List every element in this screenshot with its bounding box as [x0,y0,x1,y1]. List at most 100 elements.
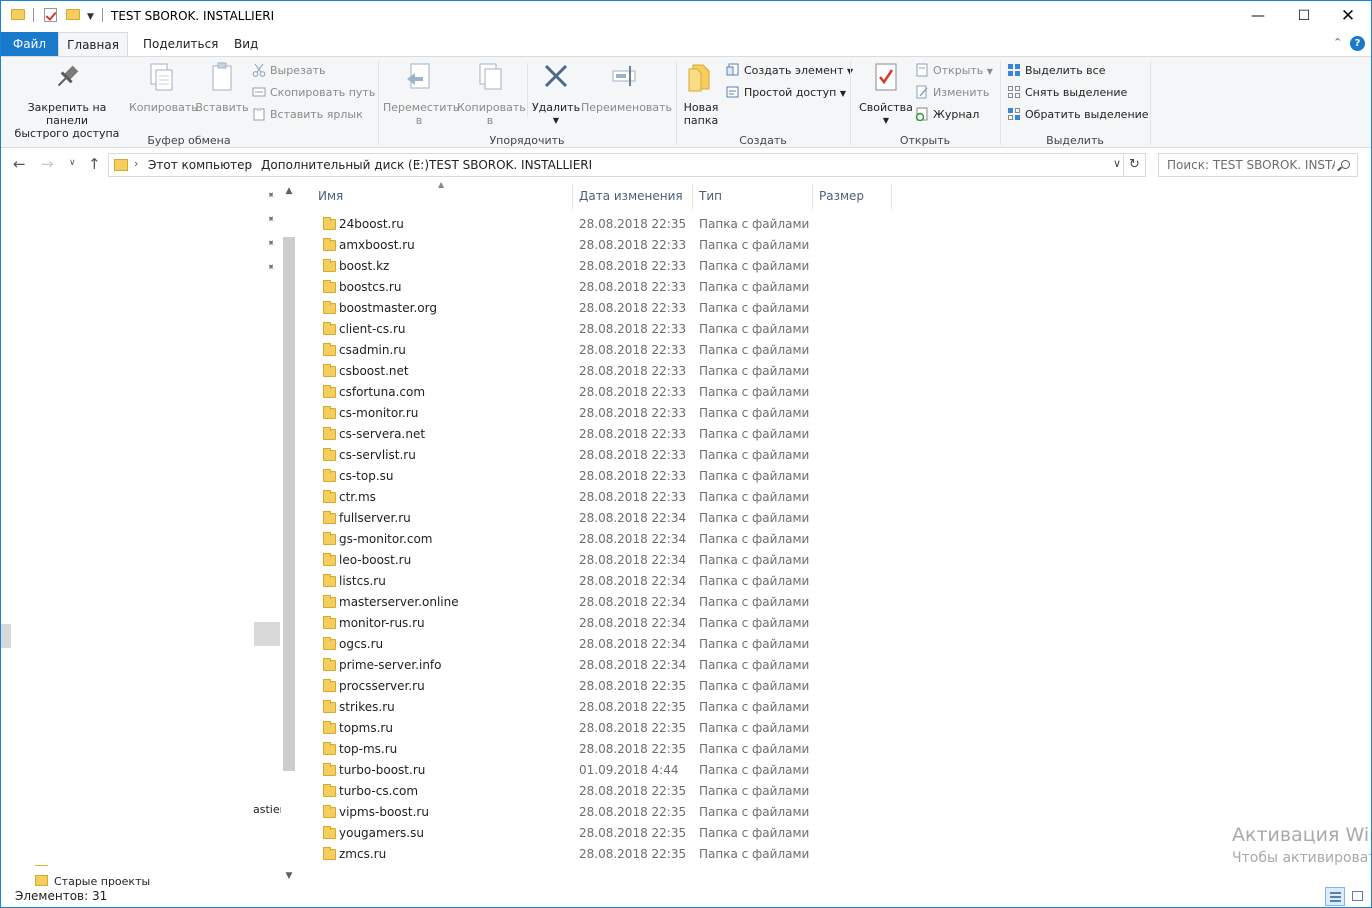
pin-icon[interactable]: ✦ [263,261,277,275]
breadcrumb-drive[interactable]: Дополнительный диск (E:) [261,158,429,172]
details-view-button[interactable] [1325,887,1345,906]
maximize-button[interactable]: ☐ [1281,1,1327,31]
column-header-name[interactable]: Имя [318,184,343,209]
table-row[interactable]: csboost.net 28.08.2018 22:33 Папка с файла… [316,361,1016,382]
table-row[interactable]: topms.ru 28.08.2018 22:35 Папка с файлами [316,718,1016,739]
properties-button[interactable]: Свойства ▼ [857,61,915,127]
table-row[interactable]: csadmin.ru 28.08.2018 22:33 Папка с файлам… [316,340,1016,361]
select-all-button[interactable]: Выделить все [1007,61,1105,81]
properties-dropdown-icon[interactable]: ▼ [857,114,915,127]
pin-icon[interactable]: ✦ [263,237,277,251]
help-icon[interactable]: ? [1350,36,1365,51]
new-folder-quick-icon[interactable] [66,9,80,20]
move-to-button[interactable]: Переместить в [383,61,459,127]
chevron-right-icon[interactable]: › [134,157,138,170]
chevron-right-icon[interactable]: › [248,157,252,170]
copy-path-button[interactable]: Скопировать путь [252,83,375,103]
search-icon[interactable] [1341,160,1350,169]
scrollbar-thumb[interactable] [283,237,295,771]
recent-locations-icon[interactable]: ∨ [69,158,76,168]
nav-pane-scrollbar[interactable]: ▲ ▼ [281,181,297,887]
open-button[interactable]: Открыть ▼ [915,61,993,81]
select-none-button[interactable]: Снять выделение [1007,83,1127,103]
table-row[interactable]: yougamers.su 28.08.2018 22:35 Папка с файл… [316,823,1016,844]
table-row[interactable]: fullserver.ru 28.08.2018 22:34 Папка с фай… [316,508,1016,529]
search-box[interactable]: Поиск: TEST SBOROK. INSTA... [1158,153,1358,177]
table-row[interactable]: listcs.ru 28.08.2018 22:34 Папка с файлами [316,571,1016,592]
pin-icon[interactable]: ✦ [263,213,277,227]
table-row[interactable]: cs-servera.net 28.08.2018 22:33 Папка с фа… [316,424,1016,445]
paste-shortcut-button[interactable]: Вставить ярлык [252,105,363,125]
table-row[interactable]: amxboost.ru 28.08.2018 22:33 Папка с файла… [316,235,1016,256]
table-row[interactable]: strikes.ru 28.08.2018 22:35 Папка с файлам… [316,697,1016,718]
chevron-right-icon[interactable]: › [416,157,420,170]
new-folder-button[interactable]: Новая папка [681,61,721,127]
column-header-type[interactable]: Тип [699,184,722,209]
delete-button[interactable]: Удалить ▼ [531,61,581,127]
address-dropdown-icon[interactable]: ∨ [1113,157,1121,170]
table-row[interactable]: procsserver.ru 28.08.2018 22:35 Папка с фа… [316,676,1016,697]
table-row[interactable]: cs-servlist.ru 28.08.2018 22:33 Папка с фа… [316,445,1016,466]
address-bar[interactable]: › Этот компьютер › Дополнительный диск (… [108,153,1146,177]
minimize-button[interactable]: — [1235,1,1281,31]
easy-access-button[interactable]: Простой доступ ▼ [726,83,846,103]
table-row[interactable]: monitor-rus.ru 28.08.2018 22:34 Папка с фа… [316,613,1016,634]
table-row[interactable]: ogcs.ru 28.08.2018 22:34 Папка с файлами [316,634,1016,655]
column-divider[interactable] [891,184,892,209]
table-row[interactable]: cs-top.su 28.08.2018 22:33 Папка с файлами [316,466,1016,487]
properties-quick-icon[interactable] [44,8,57,22]
large-icons-view-button[interactable] [1348,887,1368,906]
table-row[interactable]: prime-server.info 28.08.2018 22:34 Папка с… [316,655,1016,676]
copy-to-button[interactable]: Копировать в [457,61,526,127]
table-row[interactable]: leo-boost.ru 28.08.2018 22:34 Папка с файл… [316,550,1016,571]
table-row[interactable]: turbo-boost.ru 01.09.2018 4:44 Папка с фай… [316,760,1016,781]
table-row[interactable]: turbo-cs.com 28.08.2018 22:35 Папка с файл… [316,781,1016,802]
table-row[interactable]: boost.kz 28.08.2018 22:33 Папка с файлами [316,256,1016,277]
breadcrumb-this-pc[interactable]: Этот компьютер [148,158,252,172]
forward-arrow-icon[interactable]: → [41,155,54,173]
close-button[interactable]: ✕ [1325,1,1371,31]
tab-home[interactable]: Главная [58,32,128,57]
collapse-ribbon-icon[interactable]: ⌃ [1333,36,1342,49]
table-row[interactable]: cs-monitor.ru 28.08.2018 22:33 Папка с фай… [316,403,1016,424]
delete-dropdown-icon[interactable]: ▼ [531,114,581,127]
up-arrow-icon[interactable]: ↑ [88,155,101,173]
table-row[interactable]: zmcs.ru 28.08.2018 22:35 Папка с файлами [316,844,1016,865]
pin-quick-access-button[interactable]: Закрепить на панели быстрого доступа [7,61,127,140]
table-row[interactable]: masterserver.online 28.08.2018 22:34 Папка… [316,592,1016,613]
column-header-size[interactable]: Размер [819,184,864,209]
column-header-date[interactable]: Дата изменения [579,184,683,209]
breadcrumb-current-folder[interactable]: TEST SBOROK. INSTALLIERI [429,158,592,172]
tab-file[interactable]: Файл [1,32,58,56]
table-row[interactable]: client-cs.ru 28.08.2018 22:33 Папка с файл… [316,319,1016,340]
edit-button[interactable]: Изменить [915,83,989,103]
table-row[interactable]: boostcs.ru 28.08.2018 22:33 Папка с файлам… [316,277,1016,298]
table-row[interactable]: csfortuna.com 28.08.2018 22:33 Папка с фай… [316,382,1016,403]
chevron-right-icon[interactable]: › [581,157,585,170]
tab-share[interactable]: Поделиться [131,32,230,56]
table-row[interactable]: top-ms.ru 28.08.2018 22:35 Папка с файлами [316,739,1016,760]
search-input[interactable]: Поиск: TEST SBOROK. INSTA... [1167,158,1335,172]
refresh-icon[interactable]: ↻ [1123,154,1145,176]
rename-button[interactable]: Переименовать [581,61,672,114]
customize-quick-access-icon[interactable]: ▼ [87,12,94,22]
scroll-up-icon[interactable]: ▲ [281,186,297,196]
column-divider[interactable] [572,184,573,209]
paste-button[interactable]: Вставить [195,61,249,114]
pin-icon[interactable]: ✦ [263,189,277,203]
new-item-button[interactable]: Создать элемент ▼ [726,61,853,81]
nav-item-partial[interactable]: astier [253,803,284,816]
table-row[interactable]: ctr.ms 28.08.2018 22:33 Папка с файлами [316,487,1016,508]
copy-button[interactable]: Копировать [129,61,198,114]
history-button[interactable]: Журнал [915,105,979,125]
table-row[interactable]: vipms-boost.ru 28.08.2018 22:35 Папка с фа… [316,802,1016,823]
table-row[interactable]: gs-monitor.com 28.08.2018 22:34 Папка с фа… [316,529,1016,550]
column-divider[interactable] [692,184,693,209]
column-divider[interactable] [812,184,813,209]
scroll-down-icon[interactable]: ▼ [281,871,297,881]
cut-button[interactable]: Вырезать [252,61,325,81]
invert-selection-button[interactable]: Обратить выделение [1007,105,1149,125]
table-row[interactable]: 24boost.ru 28.08.2018 22:35 Папка с файлам… [316,214,1016,235]
back-arrow-icon[interactable]: ← [13,155,26,173]
tab-view[interactable]: Вид [222,32,270,56]
